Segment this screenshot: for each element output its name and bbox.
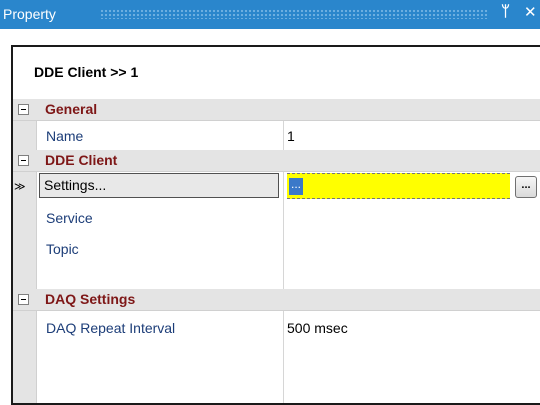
minus-box-icon[interactable] (18, 104, 29, 115)
property-name: Topic (46, 241, 79, 257)
property-row-service[interactable]: Service (13, 203, 540, 232)
property-row-settings[interactable]: ≫ Settings... ... ... (13, 172, 540, 201)
property-row-daq-repeat-interval[interactable]: DAQ Repeat Interval 500 msec (13, 313, 540, 342)
selection-marker: ≫ (14, 181, 26, 193)
property-value[interactable]: 500 msec (287, 320, 348, 336)
category-label: DAQ Settings (45, 291, 136, 307)
category-general[interactable]: General (13, 99, 540, 121)
minus-box-icon[interactable] (18, 294, 29, 305)
property-name: DAQ Repeat Interval (46, 320, 176, 336)
category-label: General (45, 101, 98, 117)
selected-property-label[interactable]: Settings... (39, 173, 279, 198)
close-icon[interactable]: ✕ (524, 3, 537, 21)
open-editor-button[interactable]: ... (515, 176, 537, 198)
settings-value-editor[interactable]: ... (287, 173, 510, 199)
title-bar: Property ᛘ ✕ (0, 0, 540, 29)
category-label: DDE Client (45, 152, 118, 168)
property-value[interactable]: ... (289, 178, 304, 195)
property-value[interactable]: 1 (287, 128, 295, 144)
minus-box-icon[interactable] (18, 155, 29, 166)
property-grid: DDE Client >> 1 General Name 1 DDE Clien… (11, 45, 540, 405)
category-daq-settings[interactable]: DAQ Settings (13, 289, 540, 311)
selected-object-header: DDE Client >> 1 (13, 47, 540, 100)
property-row-name[interactable]: Name 1 (13, 121, 540, 150)
selected-object-name: DDE Client >> 1 (34, 64, 139, 80)
property-row-topic[interactable]: Topic (13, 234, 540, 263)
property-name: Service (46, 210, 93, 226)
title-bar-grip[interactable] (100, 9, 488, 19)
pin-icon[interactable]: ᛘ (501, 3, 510, 20)
property-name: Settings... (44, 177, 107, 193)
category-dde-client[interactable]: DDE Client (13, 150, 540, 172)
window-title: Property (3, 6, 56, 22)
property-name: Name (46, 128, 84, 144)
